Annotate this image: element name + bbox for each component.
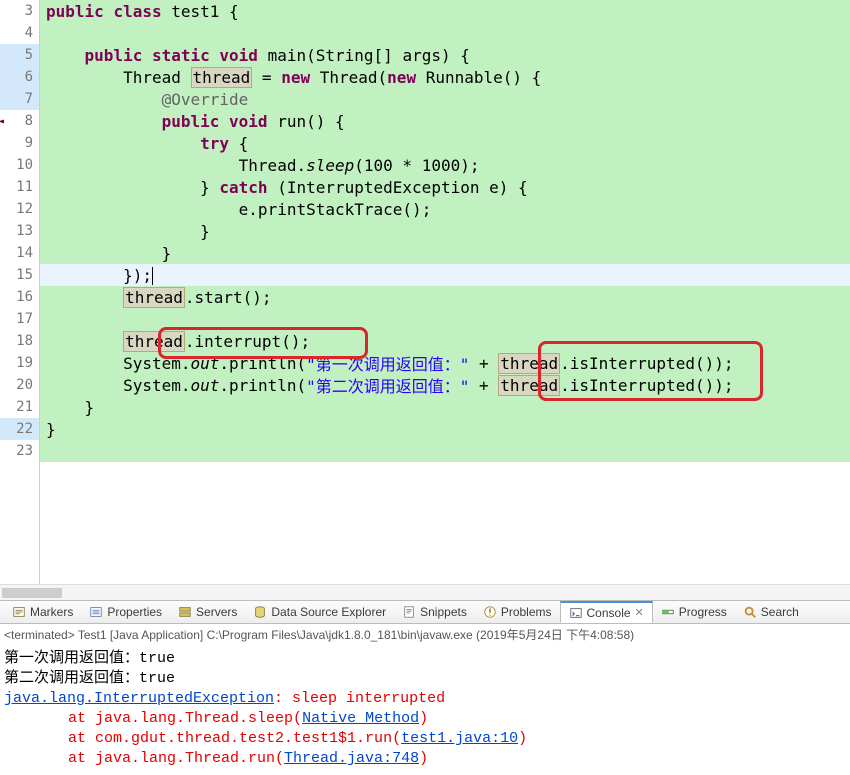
tab-properties[interactable]: Properties — [81, 601, 170, 623]
console-line: 第二次调用返回值：true — [4, 669, 846, 689]
progress-icon — [661, 605, 675, 619]
code-line[interactable]: e.printStackTrace(); — [40, 198, 850, 220]
gutter-line[interactable]: 20 — [0, 374, 39, 396]
code-line[interactable]: thread.start(); — [40, 286, 850, 308]
code-line[interactable]: @Override — [40, 88, 850, 110]
code-editor[interactable]: 345678◄91011121314151617181920212223 pub… — [0, 0, 850, 584]
text-cursor — [152, 265, 153, 285]
gutter-line[interactable]: 19 — [0, 352, 39, 374]
close-icon[interactable]: ✕ — [635, 606, 644, 619]
horizontal-scrollbar[interactable] — [0, 584, 850, 600]
console-line: at java.lang.Thread.run(Thread.java:748) — [4, 749, 846, 769]
tab-search[interactable]: Search — [735, 601, 807, 623]
gutter-line[interactable]: 5 — [0, 44, 39, 66]
code-line[interactable] — [40, 308, 850, 330]
gutter-line[interactable]: 6 — [0, 66, 39, 88]
console-view: <terminated> Test1 [Java Application] C:… — [0, 624, 850, 645]
stacktrace-link[interactable]: Native Method — [302, 710, 419, 727]
console-line: java.lang.InterruptedException: sleep in… — [4, 689, 846, 709]
gutter-line[interactable]: 4 — [0, 22, 39, 44]
gutter-line[interactable]: 3 — [0, 0, 39, 22]
console-line: 第一次调用返回值：true — [4, 649, 846, 669]
tab-problems[interactable]: Problems — [475, 601, 560, 623]
gutter-line[interactable]: 22 — [0, 418, 39, 440]
tab-label: Markers — [30, 605, 73, 619]
code-line[interactable]: public class test1 { — [40, 0, 850, 22]
code-line[interactable]: Thread thread = new Thread(new Runnable(… — [40, 66, 850, 88]
gutter-line[interactable]: 14 — [0, 242, 39, 264]
gutter-line[interactable]: 18 — [0, 330, 39, 352]
gutter-line[interactable]: 9 — [0, 132, 39, 154]
exception-link[interactable]: java.lang.InterruptedException — [4, 690, 274, 707]
gutter-line[interactable]: 11 — [0, 176, 39, 198]
code-area[interactable]: public class test1 { public static void … — [40, 0, 850, 584]
tab-datasource[interactable]: Data Source Explorer — [245, 601, 394, 623]
datasource-icon — [253, 605, 267, 619]
tab-label: Console — [587, 606, 631, 620]
stacktrace-link[interactable]: Thread.java:748 — [284, 750, 419, 767]
markers-icon — [12, 605, 26, 619]
gutter-line[interactable]: 7 — [0, 88, 39, 110]
tab-label: Progress — [679, 605, 727, 619]
gutter-line[interactable]: 21 — [0, 396, 39, 418]
code-line[interactable]: Thread.sleep(100 * 1000); — [40, 154, 850, 176]
bottom-tabs: Markers Properties Servers Data Source Expl… — [0, 600, 850, 624]
tab-servers[interactable]: Servers — [170, 601, 245, 623]
code-line[interactable]: } catch (InterruptedException e) { — [40, 176, 850, 198]
gutter-line[interactable]: 13 — [0, 220, 39, 242]
snippets-icon — [402, 605, 416, 619]
code-line[interactable]: }); — [40, 264, 850, 286]
tab-label: Snippets — [420, 605, 467, 619]
tab-label: Data Source Explorer — [271, 605, 386, 619]
servers-icon — [178, 605, 192, 619]
console-header: <terminated> Test1 [Java Application] C:… — [4, 626, 846, 643]
tab-snippets[interactable]: Snippets — [394, 601, 475, 623]
tab-label: Search — [761, 605, 799, 619]
tab-console[interactable]: Console ✕ — [560, 601, 653, 623]
tab-progress[interactable]: Progress — [653, 601, 735, 623]
code-line[interactable] — [40, 440, 850, 462]
gutter-line[interactable]: 12 — [0, 198, 39, 220]
tab-label: Properties — [107, 605, 162, 619]
gutter-line[interactable]: 23 — [0, 440, 39, 462]
code-line[interactable]: public static void main(String[] args) { — [40, 44, 850, 66]
console-line: at com.gdut.thread.test2.test1$1.run(tes… — [4, 729, 846, 749]
search-icon — [743, 605, 757, 619]
highlight-box-interrupt — [158, 327, 368, 359]
stacktrace-link[interactable]: test1.java:10 — [401, 730, 518, 747]
tab-label: Problems — [501, 605, 552, 619]
gutter-line[interactable]: 17 — [0, 308, 39, 330]
error-marker-icon: ◄ — [0, 116, 4, 127]
tab-label: Servers — [196, 605, 237, 619]
console-icon — [569, 606, 583, 620]
properties-icon — [89, 605, 103, 619]
gutter-line[interactable]: 8◄ — [0, 110, 39, 132]
gutter-line[interactable]: 10 — [0, 154, 39, 176]
gutter-line[interactable]: 16 — [0, 286, 39, 308]
problems-icon — [483, 605, 497, 619]
code-line[interactable]: public void run() { — [40, 110, 850, 132]
code-line[interactable]: try { — [40, 132, 850, 154]
code-line[interactable]: } — [40, 418, 850, 440]
line-gutter: 345678◄91011121314151617181920212223 — [0, 0, 40, 584]
console-line: at java.lang.Thread.sleep(Native Method) — [4, 709, 846, 729]
gutter-line[interactable]: 15 — [0, 264, 39, 286]
highlight-box-isinterrupted — [538, 341, 763, 401]
console-output[interactable]: 第一次调用返回值：true 第二次调用返回值：true java.lang.In… — [0, 645, 850, 773]
code-line[interactable]: } — [40, 220, 850, 242]
code-line[interactable] — [40, 22, 850, 44]
code-line[interactable]: } — [40, 242, 850, 264]
tab-markers[interactable]: Markers — [4, 601, 81, 623]
